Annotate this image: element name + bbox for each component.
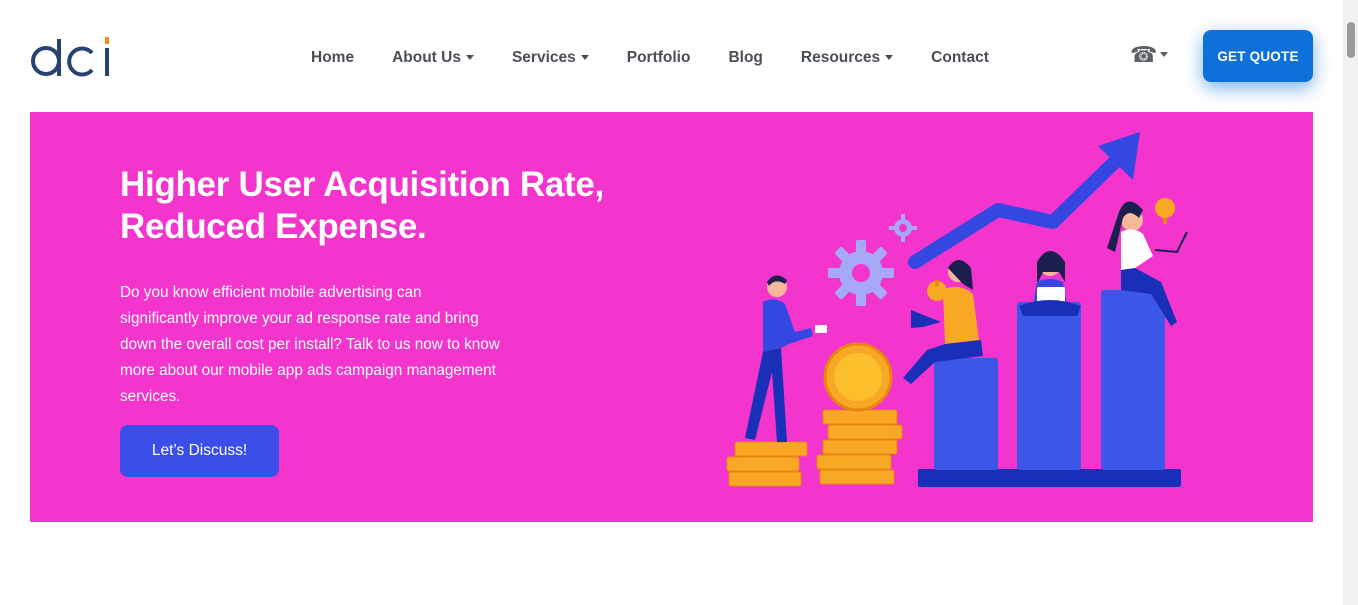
hero-description: Do you know efficient mobile advertising… [120, 284, 500, 405]
hero-title-line2: Reduced Expense. [120, 207, 427, 246]
nav-portfolio-label: Portfolio [626, 49, 691, 66]
scrollbar-thumb[interactable] [1347, 22, 1355, 58]
nav-about-us-label: About Us [392, 49, 461, 66]
nav-blog[interactable]: Blog [728, 49, 762, 67]
page-scrollbar[interactable] [1343, 0, 1358, 605]
nav-resources-label: Resources [800, 49, 881, 66]
caret-down-icon [580, 55, 589, 60]
main-nav: Home About Us Services Portfolio Blog Re… [311, 46, 989, 70]
caret-down-icon [885, 55, 894, 60]
telephone-icon: ☎ [1130, 42, 1158, 67]
get-quote-button[interactable]: GET QUOTE [1203, 30, 1313, 82]
dci-logo[interactable] [30, 33, 114, 79]
nav-portfolio[interactable]: Portfolio [627, 49, 691, 67]
site-header: Home About Us Services Portfolio Blog Re… [0, 0, 1343, 112]
nav-resources[interactable]: Resources [800, 49, 894, 67]
nav-services-label: Services [511, 49, 576, 66]
phone-dropdown[interactable]: ☎ [1130, 42, 1169, 67]
nav-blog-label: Blog [728, 49, 763, 66]
hero-title: Higher User Acquisition Rate, Reduced Ex… [120, 164, 680, 248]
caret-down-icon [1160, 52, 1169, 57]
nav-services[interactable]: Services [512, 49, 589, 67]
growth-illustration [726, 132, 1188, 487]
nav-home[interactable]: Home [311, 49, 354, 67]
nav-home-label: Home [311, 49, 355, 66]
hero-banner: Higher User Acquisition Rate, Reduced Ex… [30, 112, 1313, 522]
nav-contact[interactable]: Contact [931, 49, 989, 67]
nav-about-us[interactable]: About Us [392, 49, 474, 67]
caret-down-icon [465, 55, 474, 60]
hero-title-line1: Higher User Acquisition Rate, [120, 165, 604, 204]
nav-contact-label: Contact [931, 49, 989, 66]
lets-discuss-button[interactable]: Let’s Discuss! [120, 425, 279, 477]
